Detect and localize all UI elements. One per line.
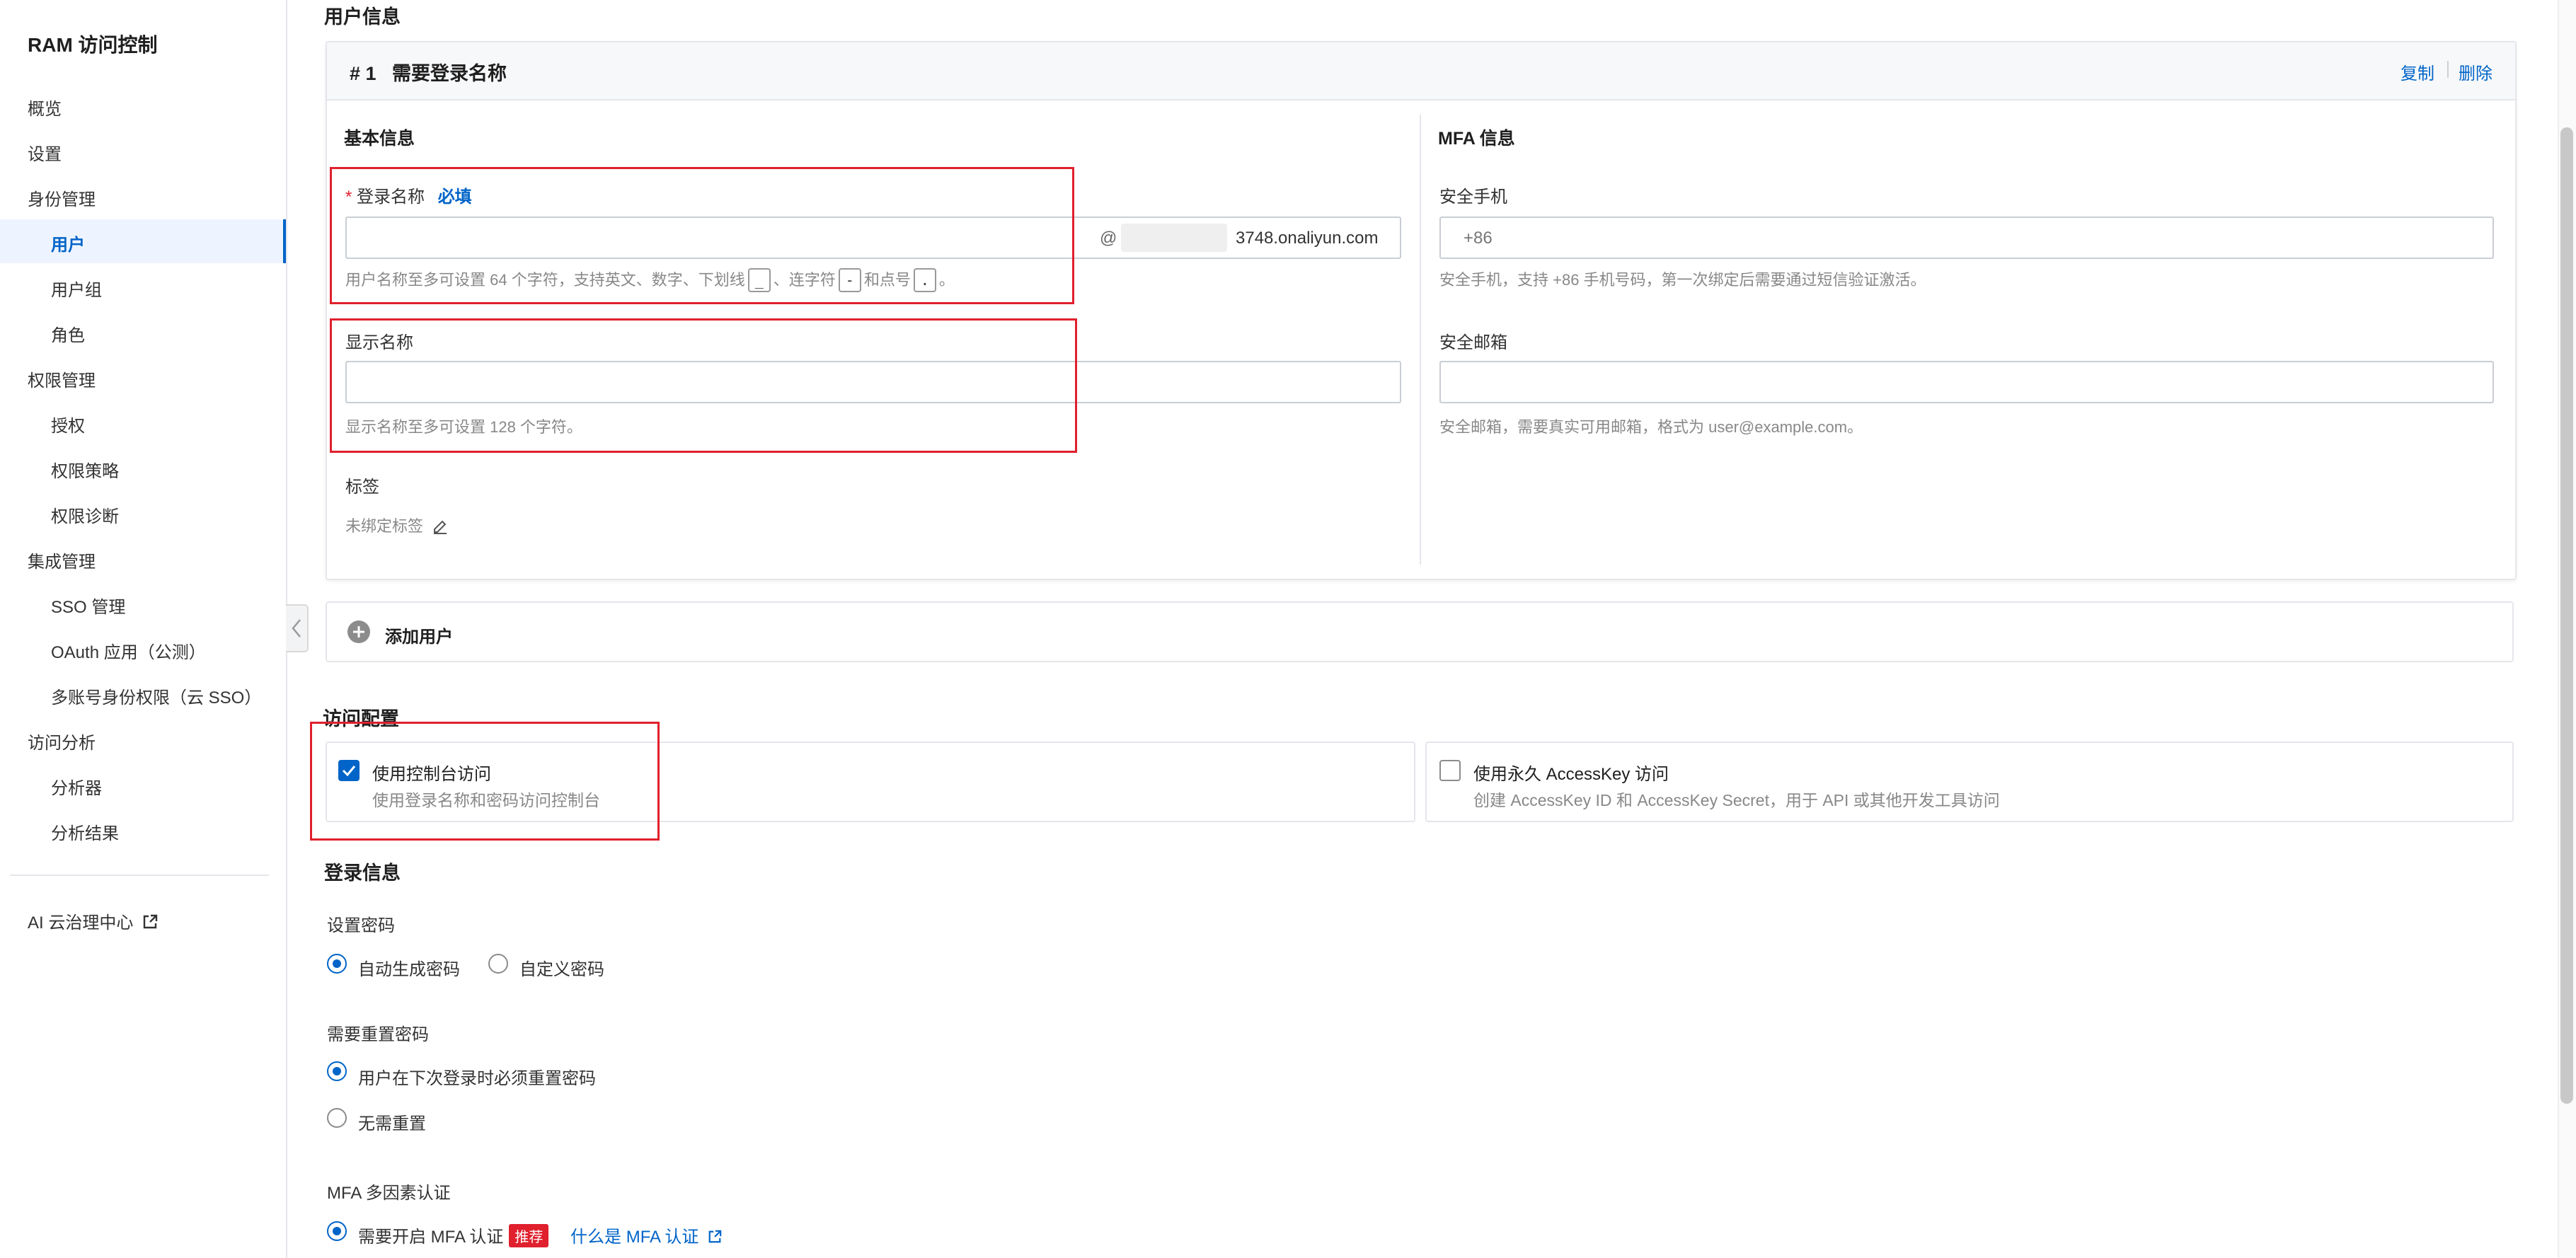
- user-card-title: # 1 需要登录名称: [350, 63, 507, 84]
- sidebar-item-roles[interactable]: 角色: [51, 321, 85, 346]
- email-hint: 安全邮箱，需要真实可用邮箱，格式为 user@example.com。: [1439, 418, 1863, 436]
- sidebar-collapse-button[interactable]: [286, 604, 309, 652]
- sidebar-group-identity[interactable]: 身份管理: [28, 185, 96, 210]
- custom-password-radio[interactable]: [488, 954, 508, 974]
- sidebar-item-user-groups[interactable]: 用户组: [51, 276, 102, 301]
- password-label: 设置密码: [327, 916, 395, 935]
- sidebar-item-overview[interactable]: 概览: [28, 95, 62, 120]
- copy-button[interactable]: 复制: [2400, 59, 2434, 84]
- sidebar-item-analyzer[interactable]: 分析器: [51, 774, 102, 799]
- phone-placeholder: +86: [1464, 229, 1493, 248]
- domain-at: @: [1100, 229, 1117, 248]
- sidebar-item-policies[interactable]: 权限策略: [51, 457, 119, 482]
- sidebar-item-sso[interactable]: SSO 管理: [51, 593, 125, 618]
- sidebar-item-oauth[interactable]: OAuth 应用（公测）: [51, 638, 206, 663]
- console-access-desc: 使用登录名称和密码访问控制台: [372, 791, 600, 809]
- login-name-hint: 用户名称至多可设置 64 个字符，支持英文、数字、下划线 _ 、连字符 - 和点号.。: [345, 267, 955, 292]
- phone-hint: 安全手机，支持 +86 手机号码，第一次绑定后需要通过短信验证激活。: [1439, 271, 1926, 289]
- sidebar-item-ai-center[interactable]: AI 云治理中心: [28, 908, 158, 933]
- login-hint-sep2: 和点号: [863, 271, 911, 289]
- sidebar-group-analysis[interactable]: 访问分析: [28, 729, 96, 754]
- required-tag: 必填: [437, 187, 472, 207]
- hyphen-key: -: [838, 268, 861, 292]
- recommended-badge: 推荐: [509, 1224, 549, 1247]
- tags-edit[interactable]: 未绑定标签: [345, 514, 449, 536]
- column-divider: [1420, 115, 1421, 565]
- auto-password-label[interactable]: 自动生成密码: [358, 955, 460, 980]
- sidebar-item-grants[interactable]: 授权: [51, 412, 85, 437]
- console-access-label: 使用控制台访问: [372, 765, 491, 784]
- email-label: 安全邮箱: [1439, 333, 1507, 352]
- sidebar-active-indicator: [0, 219, 286, 263]
- what-is-mfa-label: 什么是 MFA 认证: [570, 1228, 699, 1247]
- user-card-header: # 1 需要登录名称 复制 删除: [327, 42, 2515, 100]
- login-info-title: 登录信息: [324, 862, 401, 884]
- login-hint-end: 。: [938, 271, 955, 289]
- display-name-label: 显示名称: [345, 333, 413, 352]
- underscore-key: _: [747, 268, 771, 292]
- sidebar-item-results[interactable]: 分析结果: [51, 819, 119, 844]
- reset-required-label[interactable]: 用户在下次登录时必须重置密码: [358, 1064, 596, 1089]
- sidebar: RAM 访问控制 概览 设置 身份管理 用户 用户组 角色 权限管理 授权 权限…: [0, 0, 287, 1258]
- chevron-left-icon: [292, 619, 301, 637]
- delete-button[interactable]: 删除: [2459, 59, 2492, 84]
- external-link-icon: [143, 914, 158, 929]
- accesskey-checkbox[interactable]: [1439, 760, 1461, 781]
- sidebar-group-integration[interactable]: 集成管理: [28, 548, 96, 572]
- mfa-label: MFA 多因素认证: [327, 1184, 451, 1203]
- email-input[interactable]: [1439, 361, 2494, 403]
- sidebar-item-settings[interactable]: 设置: [28, 140, 62, 165]
- user-card: # 1 需要登录名称 复制 删除: [326, 41, 2517, 580]
- reset-required-radio[interactable]: [327, 1061, 347, 1081]
- sidebar-group-permissions[interactable]: 权限管理: [28, 367, 96, 391]
- mfa-required-radio[interactable]: [327, 1221, 347, 1241]
- external-link-icon: [708, 1230, 722, 1243]
- sidebar-item-diagnostics[interactable]: 权限诊断: [51, 502, 119, 527]
- login-name-label: * 登录名称 必填: [345, 183, 472, 207]
- login-hint-sep1: 、连字符: [773, 271, 836, 289]
- custom-password-label[interactable]: 自定义密码: [519, 955, 604, 980]
- tags-label: 标签: [345, 478, 379, 497]
- add-user-button[interactable]: 添加用户: [326, 601, 2514, 662]
- required-asterisk: *: [345, 187, 352, 207]
- login-name-input[interactable]: @ 3748.onaliyun.com: [345, 217, 1401, 259]
- sidebar-divider: [10, 875, 269, 876]
- display-name-input[interactable]: [345, 361, 1401, 403]
- header-divider: [2447, 61, 2449, 78]
- tags-value: 未绑定标签: [345, 517, 424, 535]
- login-hint-prefix: 用户名称至多可设置 64 个字符，支持英文、数字、下划线: [345, 271, 745, 289]
- accesskey-desc: 创建 AccessKey ID 和 AccessKey Secret，用于 AP…: [1473, 791, 2000, 809]
- ai-center-label: AI 云治理中心: [28, 913, 134, 933]
- edit-icon: [434, 520, 447, 534]
- check-icon: [342, 766, 356, 777]
- basic-info-title: 基本信息: [344, 129, 415, 149]
- console-access-checkbox[interactable]: [338, 760, 360, 781]
- auto-password-radio[interactable]: [327, 954, 347, 974]
- phone-input[interactable]: +86: [1439, 217, 2494, 259]
- reset-none-radio[interactable]: [327, 1108, 347, 1128]
- mfa-info-title: MFA 信息: [1438, 129, 1515, 149]
- add-user-label: 添加用户: [385, 628, 453, 647]
- user-info-section-title: 用户信息: [324, 6, 401, 28]
- sidebar-item-cloud-sso[interactable]: 多账号身份权限（云 SSO）: [51, 683, 261, 708]
- reset-password-label: 需要重置密码: [327, 1025, 429, 1044]
- accesskey-label: 使用永久 AccessKey 访问: [1473, 765, 1669, 784]
- mfa-required-label: 需要开启 MFA 认证: [358, 1228, 504, 1247]
- plus-circle-icon: [347, 621, 370, 643]
- reset-none-label[interactable]: 无需重置: [358, 1109, 426, 1134]
- display-name-hint: 显示名称至多可设置 128 个字符。: [345, 418, 582, 436]
- console-access-option[interactable]: 使用控制台访问 使用登录名称和密码访问控制台: [326, 741, 1415, 822]
- mfa-required-option[interactable]: 需要开启 MFA 认证 推荐 什么是 MFA 认证: [358, 1223, 722, 1247]
- sidebar-item-users[interactable]: 用户: [51, 231, 85, 255]
- phone-label: 安全手机: [1439, 187, 1507, 207]
- domain-prefix-redacted: [1121, 224, 1227, 252]
- domain-suffix: 3748.onaliyun.com: [1236, 229, 1379, 248]
- login-name-label-text: 登录名称: [357, 187, 425, 207]
- accesskey-option[interactable]: 使用永久 AccessKey 访问 创建 AccessKey ID 和 Acce…: [1425, 741, 2514, 822]
- what-is-mfa-link[interactable]: 什么是 MFA 认证: [570, 1228, 722, 1247]
- access-config-title: 访问配置: [323, 708, 399, 729]
- dot-key: .: [913, 268, 936, 292]
- scrollbar-thumb[interactable]: [2560, 127, 2573, 1104]
- sidebar-title: RAM 访问控制: [28, 34, 158, 56]
